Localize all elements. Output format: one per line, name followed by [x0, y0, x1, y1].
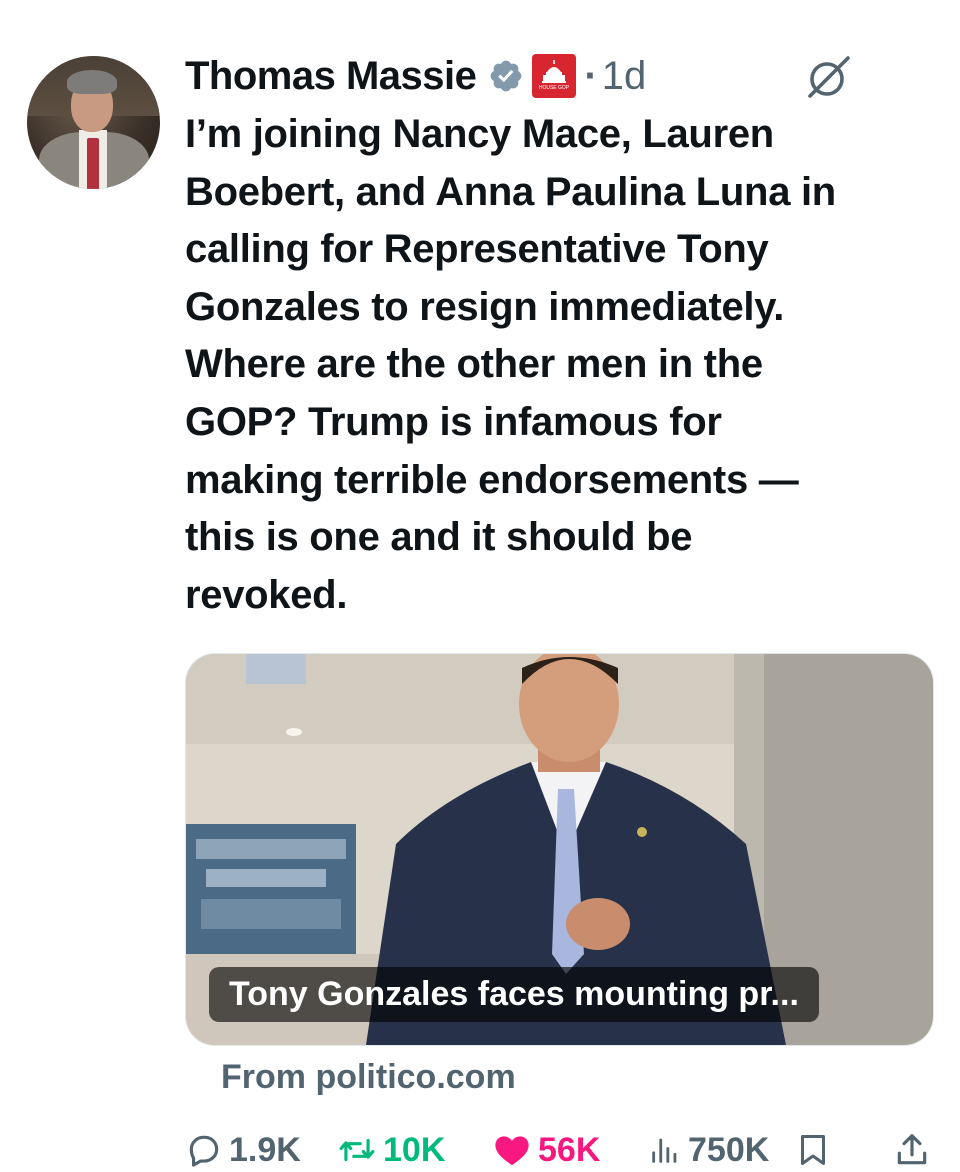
- reply-count: 1.9K: [229, 1130, 301, 1169]
- avatar-tie: [87, 138, 99, 189]
- share-button[interactable]: [893, 1128, 931, 1172]
- heart-icon: [495, 1136, 529, 1166]
- svg-text:HOUSE GOP: HOUSE GOP: [539, 85, 570, 91]
- reply-icon: [189, 1135, 219, 1167]
- tweet-action-bar: 1.9K 10K 56K 750K: [185, 1128, 930, 1172]
- views-count: 750K: [688, 1130, 770, 1169]
- tweet-header: Thomas Massie HOUSE GOP · 1d: [185, 50, 646, 102]
- retweet-button[interactable]: 10K: [337, 1128, 445, 1172]
- grok-icon[interactable]: [802, 52, 854, 104]
- house-gop-badge[interactable]: HOUSE GOP: [532, 54, 577, 98]
- author-avatar[interactable]: [27, 56, 160, 189]
- share-icon: [897, 1134, 927, 1165]
- retweet-icon: [339, 1138, 375, 1162]
- bookmark-icon: [801, 1135, 825, 1165]
- like-button[interactable]: 56K: [492, 1128, 600, 1172]
- avatar-hair: [67, 70, 117, 94]
- tweet-text: I’m joining Nancy Mace, Lauren Boebert, …: [185, 112, 836, 617]
- views-button[interactable]: 750K: [648, 1128, 769, 1172]
- retweet-count: 10K: [383, 1130, 446, 1169]
- reply-button[interactable]: 1.9K: [185, 1128, 301, 1172]
- link-preview-card[interactable]: Tony Gonzales faces mounting pr...: [185, 653, 934, 1046]
- link-source[interactable]: From politico.com: [221, 1058, 516, 1097]
- header-separator: ·: [584, 53, 598, 98]
- bookmark-button[interactable]: [795, 1128, 831, 1172]
- like-count: 56K: [538, 1130, 601, 1169]
- capitol-icon: HOUSE GOP: [539, 60, 570, 91]
- post-timestamp[interactable]: 1d: [602, 54, 647, 99]
- verified-badge-icon[interactable]: [488, 58, 524, 94]
- views-icon: [652, 1138, 677, 1163]
- author-name[interactable]: Thomas Massie: [185, 54, 477, 99]
- link-card-title: Tony Gonzales faces mounting pr...: [209, 967, 819, 1022]
